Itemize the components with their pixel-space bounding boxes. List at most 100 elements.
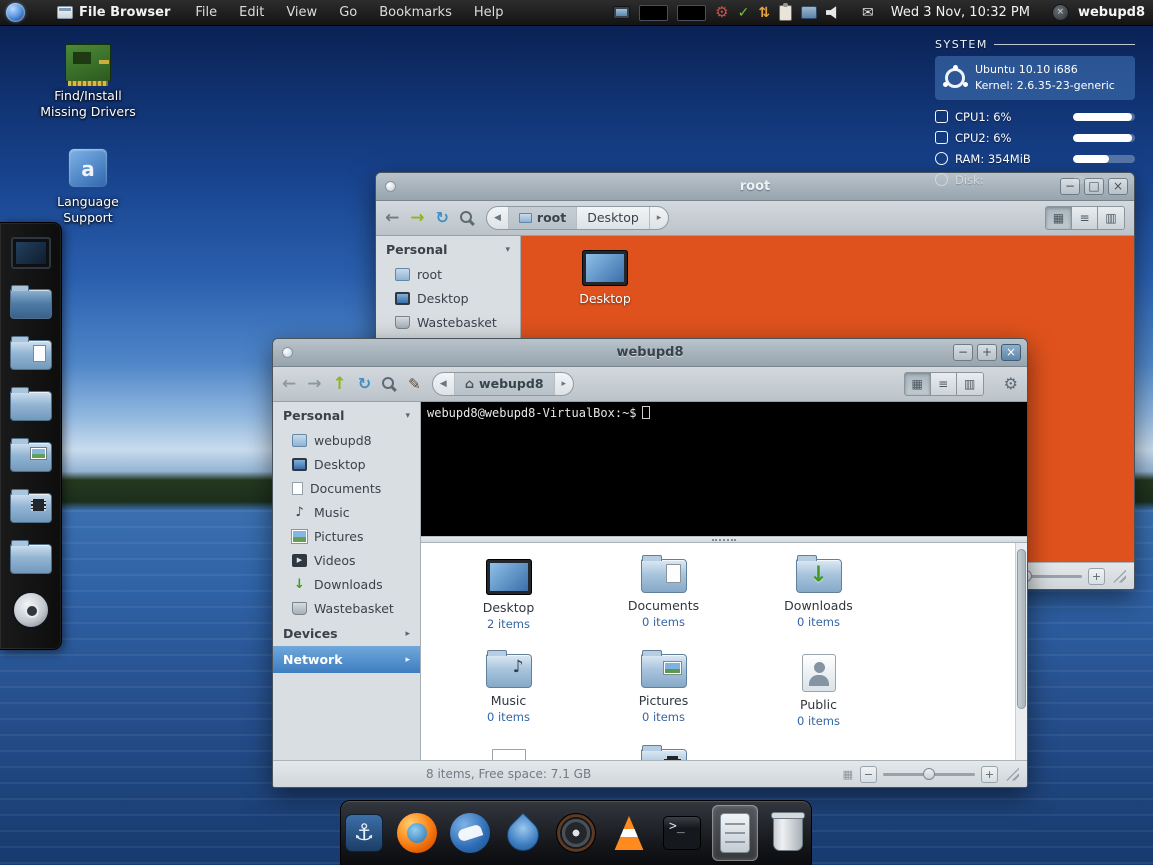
close-button[interactable] [1108,178,1128,195]
refresh-button[interactable] [358,376,371,392]
menu-go[interactable]: Go [328,0,368,26]
minimize-button[interactable] [1060,178,1080,195]
menu-file[interactable]: File [184,0,228,26]
file-item-public[interactable]: Public 0 items [741,648,896,743]
refresh-button[interactable] [436,210,449,226]
resize-grip[interactable] [1006,767,1019,781]
dock-item-cd[interactable] [8,589,54,630]
sidebar-item-desktop[interactable]: Desktop [376,286,520,310]
dock-item-terminal[interactable] [659,805,705,861]
sidebar-item-music[interactable]: Music [273,500,420,524]
zoom-in-button[interactable] [1088,567,1105,585]
maximize-button[interactable] [1084,178,1104,195]
back-button[interactable] [385,210,399,227]
dock-item-downloads[interactable] [8,538,54,579]
vertical-scrollbar[interactable] [1015,543,1027,760]
sidebar-item-videos[interactable]: Videos [273,548,420,572]
sidebar-section-personal[interactable]: Personal [376,236,520,262]
forward-button[interactable] [307,376,321,393]
sidebar-item-documents[interactable]: Documents [273,476,420,500]
forward-button[interactable] [410,210,424,227]
zoom-slider[interactable] [883,767,975,780]
sidebar-section-personal[interactable]: Personal [273,402,420,428]
file-item-downloads[interactable]: Downloads 0 items [741,553,896,648]
session-menu-icon[interactable] [1051,4,1069,21]
main-titlebar[interactable]: webupd8 [273,339,1027,367]
compact-view-button[interactable] [1098,207,1124,229]
dock-item-anchor-app[interactable] [341,805,387,861]
icon-view-button[interactable] [1046,207,1072,229]
desktop-icon-drivers[interactable]: Find/Install Missing Drivers [38,44,138,121]
list-view-button[interactable] [1072,207,1098,229]
file-item-desktop[interactable]: Desktop [557,250,653,306]
sidebar-item-desktop[interactable]: Desktop [273,452,420,476]
file-icon-view[interactable]: Desktop 2 items Documents 0 items Downlo… [421,543,1027,760]
dock-item-deluge[interactable] [500,805,546,861]
username[interactable]: webupd8 [1078,5,1145,20]
root-titlebar[interactable]: root [376,173,1134,201]
sidebar-section-devices[interactable]: Devices [273,620,420,646]
desktop-icon-language-support[interactable]: Language Support [38,148,138,227]
sidebar-item-pictures[interactable]: Pictures [273,524,420,548]
file-item-desktop[interactable]: Desktop 2 items [431,553,586,648]
search-icon[interactable] [459,210,475,226]
dock-item-documents[interactable] [8,334,54,375]
zoom-slider-knob[interactable] [923,767,935,780]
mail-icon[interactable] [862,6,874,20]
ok-check-icon[interactable] [738,6,750,20]
resize-grip[interactable] [1113,569,1126,583]
sidebar-item-wastebasket[interactable]: Wastebasket [376,310,520,334]
search-icon[interactable] [382,376,397,392]
sidebar-section-network[interactable]: Network [273,646,420,673]
sidebar-item-downloads[interactable]: Downloads [273,572,420,596]
distributor-logo-icon[interactable] [6,3,25,22]
window-switcher-icon[interactable] [801,6,818,19]
icon-view-button[interactable] [904,373,931,395]
zoom-reset-icon[interactable] [843,768,853,781]
terminal-window-tray-icon[interactable] [677,4,707,21]
pane-splitter[interactable] [421,536,1027,543]
clipboard-icon[interactable] [779,2,793,21]
sidebar-item-home[interactable]: webupd8 [273,428,420,452]
maximize-button[interactable] [977,344,997,361]
menu-bookmarks[interactable]: Bookmarks [368,0,463,26]
edit-location-icon[interactable] [408,377,421,392]
menu-view[interactable]: View [275,0,328,26]
dock-item-media-player[interactable] [553,805,599,861]
sidebar-item-wastebasket[interactable]: Wastebasket [273,596,420,620]
display-tray-icon[interactable] [613,6,631,19]
updates-gear-icon[interactable] [715,5,728,20]
dock-item-vlc[interactable] [606,805,652,861]
up-button[interactable] [333,376,347,393]
volume-icon[interactable] [826,6,837,19]
file-item-pictures[interactable]: Pictures 0 items [586,648,741,743]
close-button[interactable] [1001,344,1021,361]
zoom-in-button[interactable] [981,765,998,783]
sidebar-item-root[interactable]: root [376,262,520,286]
dock-item-display[interactable] [8,232,54,273]
back-button[interactable] [282,376,296,393]
gear-menu-icon[interactable] [1004,376,1018,392]
crumb-expand-icon[interactable] [555,379,574,389]
breadcrumb-root[interactable]: root [508,207,578,229]
minimize-button[interactable] [953,344,973,361]
crumb-expand-icon[interactable] [650,213,669,223]
file-item-documents[interactable]: Documents 0 items [586,553,741,648]
embedded-terminal[interactable]: webupd8@webupd8-VirtualBox:~$ [421,402,1027,536]
file-item-videos[interactable] [586,743,741,760]
compact-view-button[interactable] [956,373,983,395]
menu-edit[interactable]: Edit [228,0,275,26]
clock[interactable]: Wed 3 Nov, 10:32 PM [891,5,1030,20]
file-item-music[interactable]: Music 0 items [431,648,586,743]
dock-item-music[interactable] [8,385,54,426]
breadcrumb-home[interactable]: webupd8 [454,373,555,395]
window-menu-icon[interactable] [282,347,293,358]
dock-item-file-manager[interactable] [712,805,758,861]
dock-item-firefox[interactable] [394,805,440,861]
list-view-button[interactable] [930,373,957,395]
crumb-back-icon[interactable] [433,373,455,395]
dock-item-pictures[interactable] [8,436,54,477]
dock-item-thunderbird[interactable] [447,805,493,861]
dock-item-home[interactable] [8,283,54,324]
window-menu-icon[interactable] [385,181,396,192]
